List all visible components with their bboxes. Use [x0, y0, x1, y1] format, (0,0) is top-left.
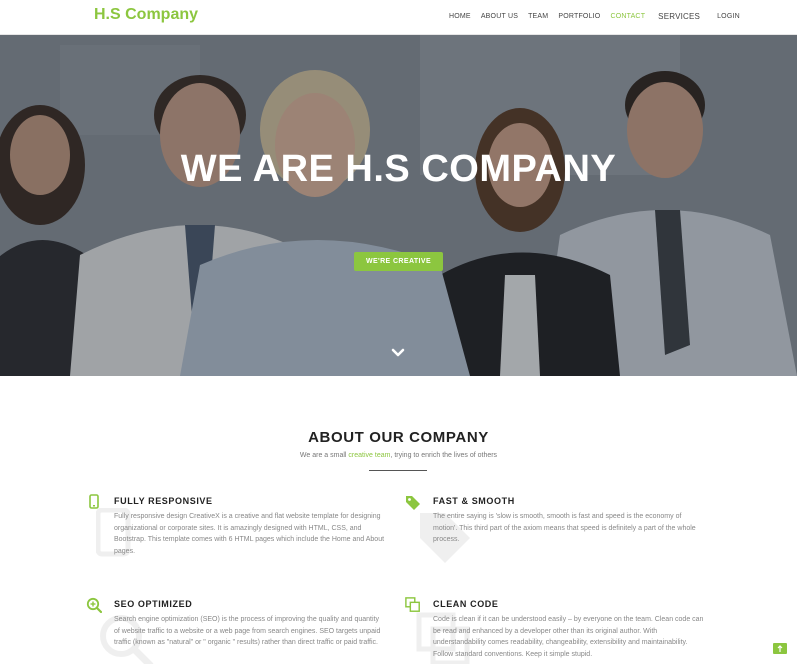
section-divider: [369, 470, 427, 471]
nav-team[interactable]: TEAM: [528, 13, 548, 20]
brand-logo[interactable]: H.S Company: [94, 6, 198, 24]
feature-title: FAST & SMOOTH: [433, 496, 515, 506]
feature-body: Fully responsive design CreativeX is a c…: [114, 513, 385, 555]
hero-banner: WE ARE H.S COMPANY WE'RE CREATIVE: [0, 35, 797, 376]
about-title: ABOUT OUR COMPANY: [308, 429, 489, 446]
nav-home[interactable]: HOME: [449, 13, 471, 20]
feature-body: The entire saying is 'slow is smooth, sm…: [433, 513, 696, 544]
creative-team-highlight: creative team: [348, 452, 391, 459]
nav-login[interactable]: LOGIN: [717, 13, 740, 20]
feature-body: Code is clean if it can be understood ea…: [433, 616, 704, 658]
search-plus-icon: [86, 597, 102, 613]
nav-contact[interactable]: CONTACT: [610, 13, 645, 20]
nav-about-us[interactable]: ABOUT US: [481, 13, 518, 20]
were-creative-button[interactable]: WE'RE CREATIVE: [354, 252, 443, 271]
arrow-up-icon: [777, 645, 783, 652]
feature-title: CLEAN CODE: [433, 599, 499, 609]
hero-title: WE ARE H.S COMPANY: [180, 148, 617, 190]
mobile-icon: [89, 494, 99, 509]
hero-overlay: [0, 35, 797, 376]
feature-body: Search engine optimization (SEO) is the …: [114, 616, 381, 647]
main-nav: HOME ABOUT US TEAM PORTFOLIO CONTACT SER…: [449, 12, 750, 21]
navbar: H.S Company HOME ABOUT US TEAM PORTFOLIO…: [0, 0, 797, 35]
nav-portfolio[interactable]: PORTFOLIO: [558, 13, 600, 20]
chevron-down-icon[interactable]: [390, 347, 406, 359]
scroll-to-top-button[interactable]: [773, 643, 787, 654]
copy-icon: [405, 597, 420, 612]
nav-services[interactable]: SERVICES: [658, 12, 700, 21]
feature-title: SEO OPTIMIZED: [114, 599, 193, 609]
feature-title: FULLY RESPONSIVE: [114, 496, 213, 506]
about-subtitle: We are a small creative team, trying to …: [299, 452, 498, 459]
tag-icon: [406, 496, 420, 510]
